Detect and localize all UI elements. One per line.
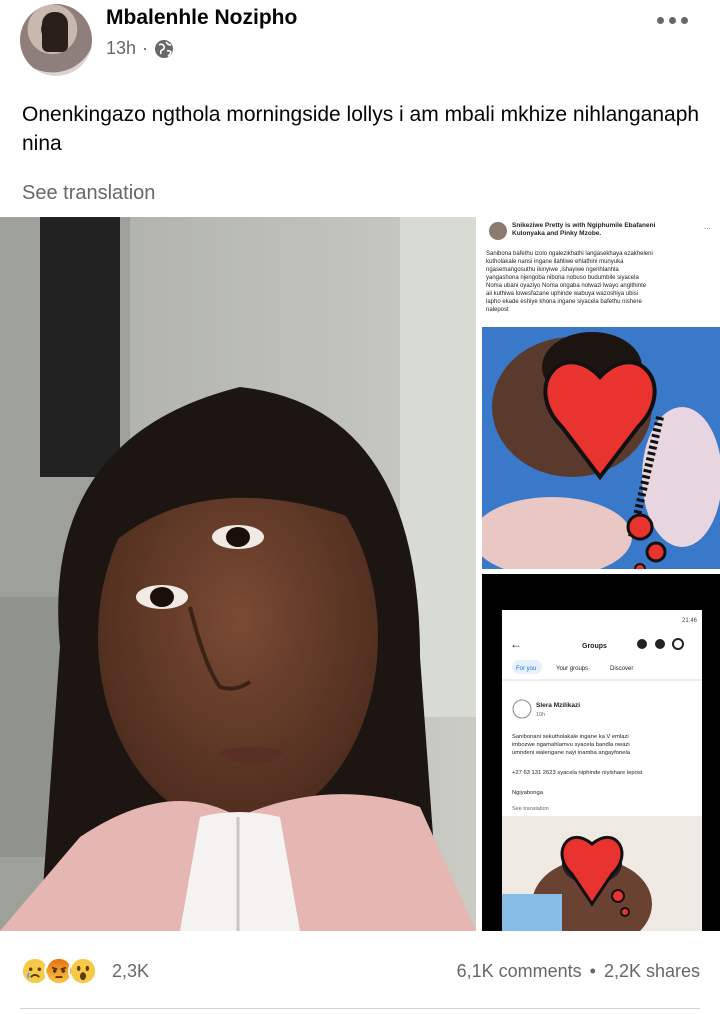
svg-text:Discover: Discover <box>610 666 633 672</box>
svg-text:+27 63 131 2623 syacela niphin: +27 63 131 2623 syacela niphinde niyisha… <box>512 770 643 776</box>
svg-text:...: ... <box>704 222 711 231</box>
svg-text:Groups: Groups <box>582 643 607 650</box>
svg-text:imbozwe ngamahlamvu syacela ba: imbozwe ngamahlamvu syacela bandla owazi <box>512 742 630 748</box>
svg-text:Ngiyabonga: Ngiyabonga <box>512 790 544 796</box>
svg-text:For you: For you <box>516 666 536 672</box>
svg-text:See translation: See translation <box>512 806 549 812</box>
globe-icon[interactable] <box>154 39 174 59</box>
more-horizontal-icon[interactable] <box>654 8 690 32</box>
post-text: Onenkingazo ngthola morningside lollys i… <box>22 103 700 155</box>
svg-text:Slera Mzilikazi: Slera Mzilikazi <box>536 702 580 709</box>
footer-divider <box>20 1008 700 1009</box>
reaction-icons[interactable] <box>20 956 98 986</box>
svg-text:Your groups: Your groups <box>556 666 588 672</box>
stats-bullet: • <box>589 961 596 981</box>
author-name[interactable]: Mbalenhle Nozipho <box>106 6 297 30</box>
svg-text:Kulonyaka and Pinky Mzobe.: Kulonyaka and Pinky Mzobe. <box>512 230 601 237</box>
shares-count[interactable]: 2,2K shares <box>604 961 700 982</box>
svg-text:Sanibona bafethu izolo ngalezi: Sanibona bafethu izolo ngalezikhathi lan… <box>486 251 653 257</box>
embedded-post-screenshot-1[interactable]: Snikeziwe Pretty is with Ngiphumile Ebaf… <box>482 217 720 569</box>
svg-text:Snikeziwe Pretty is with Ngiph: Snikeziwe Pretty is with Ngiphumile Ebaf… <box>512 222 656 229</box>
svg-text:nalepost: nalepost <box>486 307 509 313</box>
meta-separator: · <box>142 38 149 58</box>
post-time[interactable]: 13h <box>106 38 136 59</box>
svg-text:←: ← <box>510 637 522 651</box>
comments-count[interactable]: 6,1K comments <box>457 961 582 982</box>
post-footer: 2,3K 6,1K comments • 2,2K shares <box>0 940 720 1000</box>
wow-reaction-icon <box>68 956 98 986</box>
embedded-post-screenshot-2[interactable]: 21:46 ← Groups For you Your groups Disco… <box>482 574 720 931</box>
post-header: Mbalenhle Nozipho 13h · <box>0 0 720 90</box>
svg-text:yangashona njengoba nibona nob: yangashona njengoba nibona nobuso budumb… <box>486 275 639 281</box>
photo-woman-selfie[interactable] <box>0 217 476 931</box>
svg-text:21:46: 21:46 <box>682 618 698 624</box>
see-translation-link[interactable]: See translation <box>22 182 155 205</box>
svg-text:umndeni walengane nayi inamba: umndeni walengane nayi inamba angayfonel… <box>512 750 631 756</box>
svg-text:aii kuthiwa lowesfazane uphind: aii kuthiwa lowesfazane uphinde wabuya w… <box>486 291 638 297</box>
reaction-count[interactable]: 2,3K <box>112 961 149 982</box>
svg-text:Sanibonani sekutholakale ingan: Sanibonani sekutholakale ingane ka V eml… <box>512 734 629 740</box>
post-meta: 13h · <box>106 38 174 59</box>
svg-text:10h: 10h <box>536 712 545 718</box>
svg-text:kutholakale nansi ingane ilahl: kutholakale nansi ingane ilahliwe ehlath… <box>486 259 624 265</box>
svg-text:ngasemangosuthu ikinyiwe ,isha: ngasemangosuthu ikinyiwe ,ishayiwe ngenh… <box>486 267 619 273</box>
svg-text:lapho ekade eshiye khona ingan: lapho ekade eshiye khona ingane siyacela… <box>486 299 642 305</box>
avatar[interactable] <box>20 4 92 76</box>
svg-text:Noma ubani oyaziyo Noma ongaba: Noma ubani oyaziyo Noma ongaba nolwazi l… <box>486 283 647 289</box>
engagement-stats: 6,1K comments • 2,2K shares <box>457 961 700 982</box>
